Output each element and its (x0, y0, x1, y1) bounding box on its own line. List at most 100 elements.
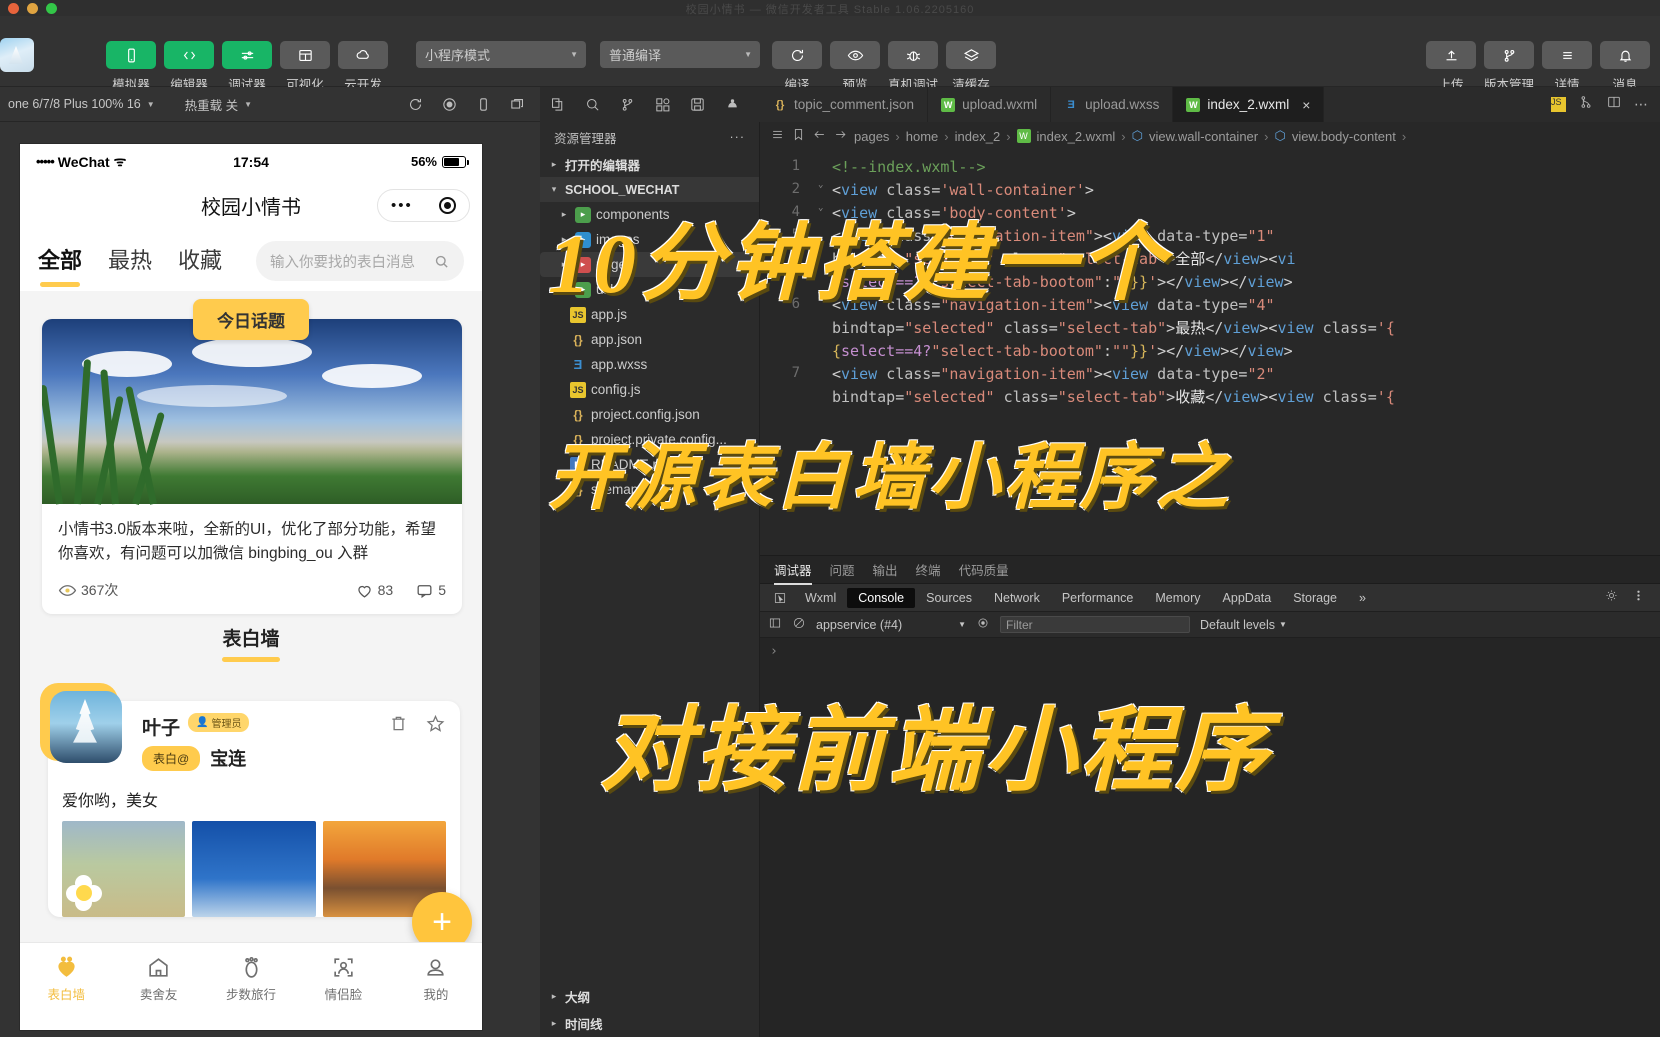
toolbar-detail-button[interactable]: 详情 (1542, 41, 1592, 93)
toolbar-cloud-button[interactable]: 云开发 (338, 41, 388, 93)
phone-tab-all[interactable]: 全部 (38, 243, 82, 287)
code-line[interactable]: {select==4?"select-tab-bootom":""}}'></v… (760, 340, 1660, 363)
explorer-item-readme[interactable]: M README.md (540, 452, 759, 477)
toolbar-preview-button[interactable]: 预览 (830, 41, 880, 93)
more-icon[interactable]: ··· (730, 130, 746, 144)
tab-close-icon[interactable]: × (1302, 97, 1310, 113)
forward-icon[interactable] (833, 127, 848, 145)
tab-upload-wxss[interactable]: Ǝ upload.wxss (1051, 87, 1174, 122)
toolbar-realdevice-button[interactable]: 真机调试 (888, 41, 938, 93)
explorer-item-components[interactable]: ▸ ▸ components (540, 202, 759, 227)
explorer-item-app-js[interactable]: JS app.js (540, 302, 759, 327)
explorer-item-sitemap[interactable]: {} sitemap.json (540, 477, 759, 502)
fold-indicator[interactable]: ⌄ (818, 202, 832, 216)
like-count[interactable]: 83 (355, 581, 393, 600)
tabbar-item-steps[interactable]: 步数旅行 (205, 955, 297, 1003)
topic-badge[interactable]: 今日话题 (193, 299, 309, 340)
explorer-item-pages[interactable]: ▸ ▸ pages (540, 252, 759, 277)
tab-index2-wxml[interactable]: W index_2.wxml × (1173, 87, 1325, 122)
split-branch-icon[interactable] (1578, 94, 1594, 115)
panel-tab-codequality[interactable]: 代码质量 (959, 555, 1009, 584)
wechat-capsule[interactable]: ••• (377, 189, 470, 222)
save-icon[interactable] (680, 96, 715, 113)
breadcrumb-body-content[interactable]: view.body-content (1292, 129, 1396, 144)
breadcrumb-wall-container[interactable]: view.wall-container (1149, 129, 1258, 144)
toolbar-compile-button[interactable]: 编译 (772, 41, 822, 93)
devtab-memory[interactable]: Memory (1144, 588, 1211, 608)
tabbar-item-roommate[interactable]: 卖舍友 (112, 955, 204, 1003)
fold-indicator[interactable]: ⌄ (818, 179, 832, 193)
explorer-item-app-json[interactable]: {} app.json (540, 327, 759, 352)
announcement-card[interactable]: 小情书3.0版本来啦，全新的UI，优化了部分功能，希望你喜欢，有问题可以加微信 … (42, 319, 462, 615)
debug-icon[interactable] (715, 96, 750, 113)
tabbar-item-mine[interactable]: 我的 (390, 955, 482, 1003)
explorer-outline-section[interactable]: ▸ 大纲 (540, 983, 760, 1010)
gear-icon[interactable] (1604, 588, 1619, 608)
clear-console-icon[interactable] (792, 616, 806, 633)
toolbar-debugger-button[interactable]: 调试器 (222, 41, 272, 93)
code-line[interactable]: bindtap="selected" class="select-tab">收藏… (760, 386, 1660, 409)
phone-tab-hot[interactable]: 最热 (108, 243, 152, 279)
toolbar-editor-button[interactable]: 编辑器 (164, 41, 214, 93)
trash-icon[interactable] (388, 713, 409, 739)
devtab-wxml[interactable]: Wxml (794, 588, 847, 608)
device-icon[interactable] (466, 96, 500, 113)
explorer-item-config-js[interactable]: JS config.js (540, 377, 759, 402)
toolbar-upload-button[interactable]: 上传 (1426, 41, 1476, 93)
toolbar-clearcache-button[interactable]: 清缓存 (946, 41, 996, 93)
console-sidebar-icon[interactable] (768, 616, 782, 633)
panel-tab-terminal[interactable]: 终端 (916, 555, 941, 584)
multi-window-icon[interactable] (500, 96, 534, 113)
explorer-item-project-config[interactable]: {} project.config.json (540, 402, 759, 427)
breadcrumb-file[interactable]: index_2.wxml (1037, 129, 1116, 144)
explorer-icon[interactable] (540, 96, 575, 113)
code-line[interactable]: 4 ⌄ <view class='body-content'> (760, 202, 1660, 225)
breadcrumb-pages[interactable]: pages (854, 129, 889, 144)
comment-count[interactable]: 5 (415, 581, 446, 600)
js-icon[interactable]: JS (1551, 97, 1566, 112)
inspect-element-icon[interactable] (766, 591, 794, 605)
tabbar-item-wall[interactable]: 表白墙 (20, 955, 112, 1003)
devtools-more-icon[interactable] (1631, 588, 1646, 608)
toolbar-visual-button[interactable]: 可视化 (280, 41, 330, 93)
devtab-appdata[interactable]: AppData (1212, 588, 1283, 608)
device-select[interactable]: one 6/7/8 Plus 100% 16 (0, 97, 141, 111)
code-line[interactable]: bindtap="selected" class="select-tab">最热… (760, 317, 1660, 340)
console-filter-input[interactable]: Filter (1000, 616, 1190, 633)
avatar[interactable] (40, 683, 122, 763)
bookmark-icon[interactable] (791, 127, 806, 145)
console-context-select[interactable]: appservice (#4) ▼ (816, 618, 966, 632)
source-control-icon[interactable] (610, 96, 645, 113)
code-editor[interactable]: pages › home › index_2 › W index_2.wxml … (760, 122, 1660, 555)
close-mini-icon[interactable] (438, 197, 456, 214)
breadcrumb-home[interactable]: home (906, 129, 939, 144)
devtab-console[interactable]: Console (847, 587, 916, 608)
outline-icon[interactable] (770, 127, 785, 145)
toolbar-message-button[interactable]: 消息 (1600, 41, 1650, 93)
panel-tab-debugger[interactable]: 调试器 (774, 555, 812, 585)
devtab-storage[interactable]: Storage (1282, 588, 1348, 608)
compile-select[interactable]: 普通编译 ▼ (600, 41, 760, 68)
search-icon[interactable] (575, 96, 610, 113)
more-icon[interactable]: ⋯ (1634, 96, 1648, 113)
tab-topic-comment-json[interactable]: {} topic_comment.json (760, 87, 929, 122)
devtab-performance[interactable]: Performance (1051, 588, 1145, 608)
explorer-item-project-private[interactable]: {} project.private.config... (540, 427, 759, 452)
code-line[interactable]: 2 ⌄ <view class='wall-container'> (760, 179, 1660, 202)
panel-tab-problems[interactable]: 问题 (830, 555, 855, 584)
mode-select[interactable]: 小程序模式 ▼ (416, 41, 586, 68)
star-icon[interactable] (425, 713, 446, 739)
record-icon[interactable] (432, 96, 466, 113)
tabbar-item-couple[interactable]: 情侣脸 (297, 955, 389, 1003)
back-icon[interactable] (812, 127, 827, 145)
devtab-overflow[interactable]: » (1348, 588, 1377, 608)
code-line[interactable]: bindtap="selected" class="select-tab">全部… (760, 248, 1660, 271)
explorer-timeline-section[interactable]: ▸ 时间线 (540, 1010, 760, 1037)
console-levels-select[interactable]: Default levels ▼ (1200, 618, 1287, 632)
code-line[interactable]: {select==1?"select-tab-bootom":""}}'></v… (760, 271, 1660, 294)
code-line[interactable]: 5 <view class="navigation-item"><view dat… (760, 225, 1660, 248)
code-line[interactable]: 1 <!--index.wxml--> (760, 156, 1660, 179)
explorer-project-root[interactable]: ▾ SCHOOL_WECHAT (540, 177, 759, 202)
breadcrumb-index2[interactable]: index_2 (955, 129, 1001, 144)
split-editor-icon[interactable] (1606, 94, 1622, 115)
